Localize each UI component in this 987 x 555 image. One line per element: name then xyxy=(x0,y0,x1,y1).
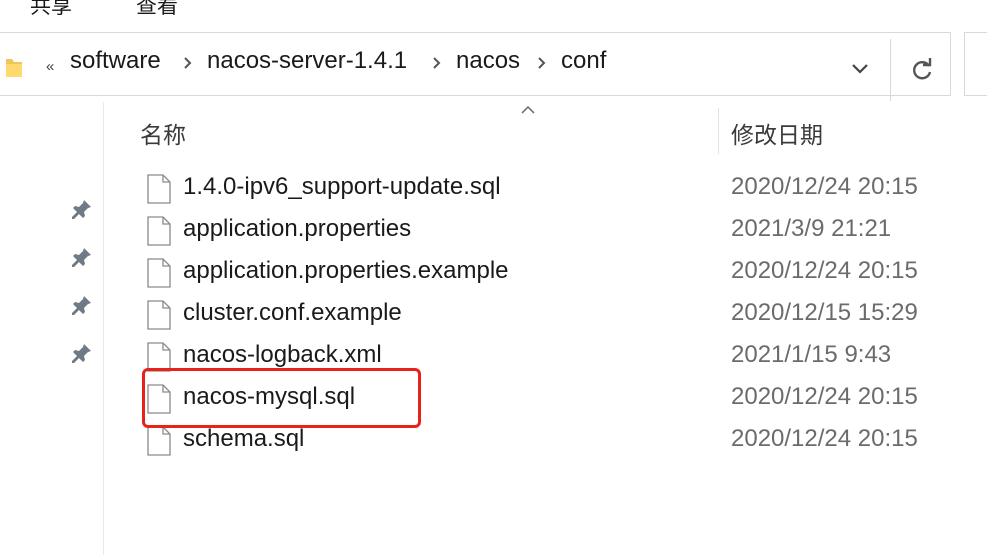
refresh-icon xyxy=(913,58,932,80)
sort-up-icon xyxy=(521,105,535,114)
file-name: cluster.conf.example xyxy=(183,299,402,326)
file-row[interactable]: application.properties 2021/3/9 21:21 xyxy=(104,210,987,252)
address-bar-row: « software nacos-server-1.4.1 nacos conf xyxy=(0,26,987,102)
address-bar[interactable]: « software nacos-server-1.4.1 nacos conf xyxy=(0,32,951,101)
column-header-name[interactable]: 名称 xyxy=(140,116,186,150)
breadcrumb-conf[interactable]: conf xyxy=(561,47,606,75)
file-name: application.properties.example xyxy=(183,257,509,284)
pin-icon[interactable] xyxy=(70,245,94,269)
file-date-modified: 2021/1/15 9:43 xyxy=(731,341,892,368)
column-header-date-modified[interactable]: 修改日期 xyxy=(731,116,823,150)
file-icon xyxy=(147,300,171,330)
file-name: 1.4.0-ipv6_support-update.sql xyxy=(183,173,501,200)
file-date-modified: 2020/12/24 20:15 xyxy=(731,383,918,410)
highlight-annotation xyxy=(142,368,421,428)
pin-icon[interactable] xyxy=(70,341,94,365)
file-name: schema.sql xyxy=(183,425,305,452)
file-icon xyxy=(147,216,171,246)
file-name: nacos-logback.xml xyxy=(183,341,382,368)
file-date-modified: 2020/12/24 20:15 xyxy=(731,173,918,200)
file-row[interactable]: application.properties.example 2020/12/2… xyxy=(104,252,987,294)
file-icon xyxy=(147,174,171,204)
pin-icon[interactable] xyxy=(70,293,94,317)
file-row[interactable]: 1.4.0-ipv6_support-update.sql 2020/12/24… xyxy=(104,168,987,210)
pin-icon[interactable] xyxy=(70,197,94,221)
chevron-right-icon[interactable] xyxy=(427,50,447,76)
navigation-pane xyxy=(0,102,104,555)
file-date-modified: 2020/12/15 15:29 xyxy=(731,299,918,326)
column-header: 名称 修改日期 xyxy=(104,102,987,156)
file-date-modified: 2020/12/24 20:15 xyxy=(731,425,918,452)
file-name: application.properties xyxy=(183,215,412,242)
column-resize-handle[interactable] xyxy=(718,108,719,154)
breadcrumb-overflow[interactable]: « xyxy=(46,58,54,75)
recent-locations-button[interactable] xyxy=(840,39,890,101)
search-box[interactable] xyxy=(964,32,987,96)
chevron-right-icon[interactable] xyxy=(178,50,198,76)
breadcrumb-software[interactable]: software xyxy=(70,47,161,75)
file-row[interactable]: cluster.conf.example 2020/12/15 15:29 xyxy=(104,294,987,336)
refresh-button[interactable] xyxy=(896,39,948,101)
file-icon xyxy=(147,426,171,456)
ribbon: 共享 查看 xyxy=(0,0,987,27)
ribbon-tab-view[interactable]: 查看 xyxy=(136,0,178,20)
folder-icon xyxy=(6,59,22,77)
file-date-modified: 2021/3/9 21:21 xyxy=(731,215,892,242)
file-icon xyxy=(147,258,171,288)
ribbon-tab-share[interactable]: 共享 xyxy=(30,0,72,20)
chevron-right-icon[interactable] xyxy=(532,50,552,76)
divider xyxy=(890,39,891,101)
breadcrumb-nacos-server[interactable]: nacos-server-1.4.1 xyxy=(207,47,407,75)
breadcrumb-nacos[interactable]: nacos xyxy=(456,47,520,75)
file-date-modified: 2020/12/24 20:15 xyxy=(731,257,918,284)
chevron-down-icon xyxy=(852,64,868,74)
